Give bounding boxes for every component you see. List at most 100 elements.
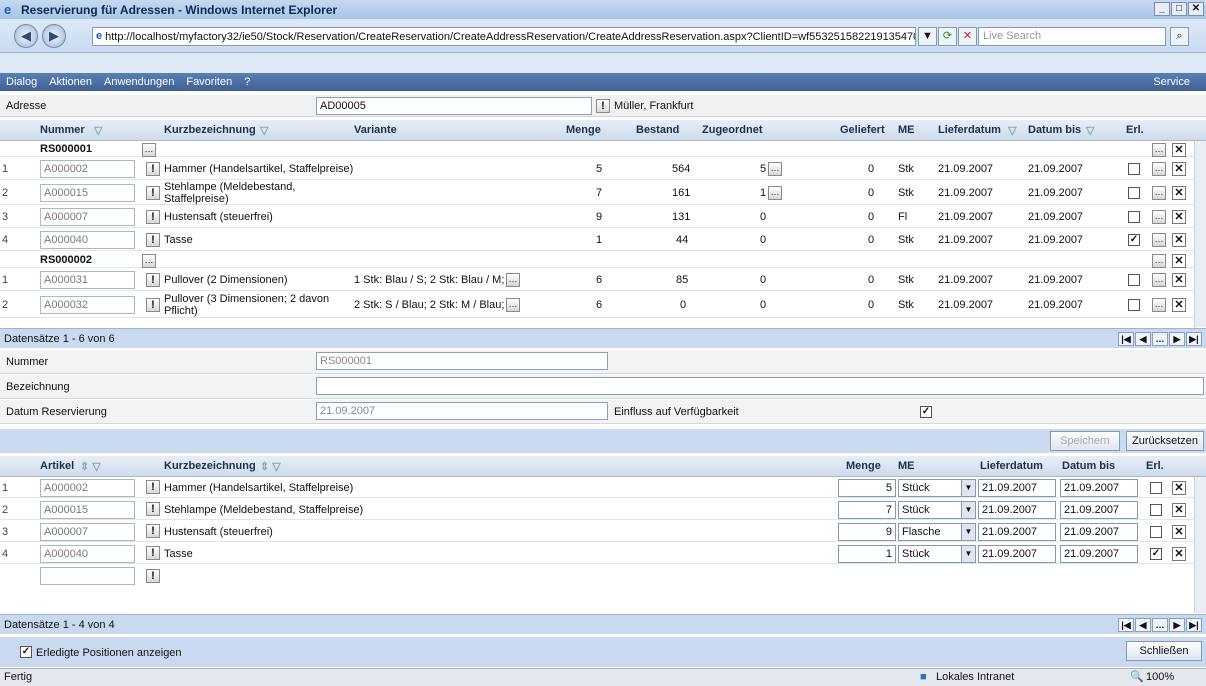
table-row[interactable]: 4 A000040 ! Tasse 1 Stück ▼ 21.09.2007 21… bbox=[0, 543, 1194, 564]
article-code-input[interactable]: A000040 bbox=[40, 545, 135, 563]
reset-button[interactable]: Zurücksetzen bbox=[1126, 431, 1204, 451]
new-article-code-input[interactable] bbox=[40, 567, 135, 585]
article-code-input[interactable]: A000007 bbox=[40, 208, 135, 226]
menu-anwendungen[interactable]: Anwendungen bbox=[104, 76, 174, 88]
stop-icon[interactable]: ✕ bbox=[958, 27, 977, 46]
filter-icon[interactable]: ▽ bbox=[260, 124, 268, 137]
prev-page-icon[interactable]: ◀ bbox=[1135, 332, 1151, 346]
article-lookup-button[interactable]: ! bbox=[146, 273, 160, 287]
row-delete-icon[interactable]: ✕ bbox=[1172, 547, 1186, 561]
col-variante[interactable]: Variante bbox=[354, 124, 397, 136]
row-delete-icon[interactable]: ✕ bbox=[1172, 210, 1186, 224]
col-menge[interactable]: Menge bbox=[846, 460, 881, 472]
menu-aktionen[interactable]: Aktionen bbox=[49, 76, 92, 88]
einfluss-checkbox[interactable]: ✓ bbox=[920, 406, 932, 418]
col-lieferdatum[interactable]: Lieferdatum bbox=[980, 460, 1043, 472]
forward-button[interactable]: ▶ bbox=[42, 24, 66, 48]
table-row[interactable]: 2 A000032 ! Pullover (3 Dimensionen; 2 d… bbox=[0, 292, 1194, 318]
article-code-input[interactable]: A000007 bbox=[40, 523, 135, 541]
erl-checkbox[interactable] bbox=[1128, 163, 1140, 175]
group-ellipsis-button[interactable]: … bbox=[142, 143, 156, 157]
row-delete-icon[interactable]: ✕ bbox=[1172, 481, 1186, 495]
article-code-input[interactable]: A000031 bbox=[40, 271, 135, 289]
article-code-input[interactable]: A000015 bbox=[40, 501, 135, 519]
table-row[interactable]: 2 A000015 ! Stehlampe (Meldebestand, Sta… bbox=[0, 499, 1194, 520]
col-artikel[interactable]: Artikel bbox=[40, 460, 74, 472]
erl-checkbox[interactable] bbox=[1128, 274, 1140, 286]
group-ellipsis-button[interactable]: … bbox=[142, 254, 156, 268]
datum-bis-input[interactable]: 21.09.2007 bbox=[1060, 479, 1138, 497]
erl-checkbox[interactable] bbox=[1128, 211, 1140, 223]
col-lieferdatum[interactable]: Lieferdatum bbox=[938, 124, 1001, 136]
row-ellipsis-button[interactable]: … bbox=[1152, 162, 1166, 176]
save-button[interactable]: Speichern bbox=[1050, 431, 1120, 451]
prev-page-icon[interactable]: ◀ bbox=[1135, 618, 1151, 632]
row-delete-icon[interactable]: ✕ bbox=[1172, 273, 1186, 287]
erl-checkbox-checked[interactable]: ✓ bbox=[1150, 548, 1162, 560]
article-code-input[interactable]: A000015 bbox=[40, 184, 135, 202]
row-delete-icon[interactable]: ✕ bbox=[1172, 525, 1186, 539]
article-lookup-button[interactable]: ! bbox=[146, 502, 160, 516]
article-code-input[interactable]: A000032 bbox=[40, 296, 135, 314]
search-input[interactable]: Live Search bbox=[978, 27, 1166, 46]
menu-favoriten[interactable]: Favoriten bbox=[186, 76, 232, 88]
row-ellipsis-button[interactable]: … bbox=[1152, 210, 1166, 224]
row-ellipsis-button[interactable]: … bbox=[1152, 186, 1166, 200]
erl-checkbox[interactable] bbox=[1150, 526, 1162, 538]
datum-input[interactable]: 21.09.2007 bbox=[316, 402, 608, 420]
col-erl[interactable]: Erl. bbox=[1146, 460, 1164, 472]
table-row[interactable]: 3 A000007 ! Hustensaft (steuerfrei) 9 Fl… bbox=[0, 521, 1194, 542]
zugeordnet-button[interactable]: … bbox=[768, 186, 782, 200]
article-lookup-button[interactable]: ! bbox=[146, 162, 160, 176]
table-row[interactable]: 2 A000015 ! Stehlampe (Meldebestand, Sta… bbox=[0, 181, 1194, 205]
row-delete-icon[interactable]: ✕ bbox=[1172, 233, 1186, 247]
me-select[interactable]: Flasche ▼ bbox=[898, 523, 976, 541]
erl-checkbox[interactable] bbox=[1128, 187, 1140, 199]
row-delete-icon[interactable]: ✕ bbox=[1172, 503, 1186, 517]
me-select[interactable]: Stück ▼ bbox=[898, 479, 976, 497]
article-lookup-button[interactable]: ! bbox=[146, 546, 160, 560]
sort-filter-icon[interactable]: ⇕ ▽ bbox=[80, 460, 101, 473]
grid2-scrollbar[interactable] bbox=[1194, 477, 1206, 613]
article-lookup-button[interactable]: ! bbox=[146, 480, 160, 494]
filter-icon[interactable]: ▽ bbox=[94, 124, 102, 137]
url-field[interactable]: e http://localhost/myfactory32/ie50/Stoc… bbox=[92, 27, 916, 46]
col-kurzbezeichnung[interactable]: Kurzbezeichnung bbox=[164, 460, 256, 472]
table-row[interactable]: 1 A000002 ! Hammer (Handelsartikel, Staf… bbox=[0, 158, 1194, 180]
filter-icon[interactable]: ▽ bbox=[1086, 124, 1094, 137]
group-delete-icon[interactable]: ✕ bbox=[1172, 143, 1186, 157]
menu-help[interactable]: ? bbox=[244, 76, 250, 88]
address-lookup-button[interactable]: ! bbox=[596, 99, 610, 113]
search-icon[interactable]: ⌕ bbox=[1170, 27, 1189, 46]
erl-checkbox[interactable] bbox=[1150, 482, 1162, 494]
page-ellipsis-button[interactable]: … bbox=[1152, 332, 1168, 346]
col-menge[interactable]: Menge bbox=[566, 124, 601, 136]
row-delete-icon[interactable]: ✕ bbox=[1172, 162, 1186, 176]
col-geliefert[interactable]: Geliefert bbox=[840, 124, 885, 136]
group-ellipsis-button[interactable]: … bbox=[1152, 254, 1166, 268]
menge-input[interactable]: 1 bbox=[838, 545, 896, 563]
variante-button[interactable]: … bbox=[506, 298, 520, 312]
url-dropdown-button[interactable]: ▼ bbox=[918, 27, 937, 46]
article-lookup-button[interactable]: ! bbox=[146, 524, 160, 538]
col-datum-bis[interactable]: Datum bis bbox=[1028, 124, 1081, 136]
row-delete-icon[interactable]: ✕ bbox=[1172, 186, 1186, 200]
col-erl[interactable]: Erl. bbox=[1126, 124, 1144, 136]
group-ellipsis-button[interactable]: … bbox=[1152, 143, 1166, 157]
erl-checkbox[interactable] bbox=[1128, 299, 1140, 311]
erl-checkbox-checked[interactable]: ✓ bbox=[1128, 234, 1140, 246]
last-page-icon[interactable]: ▶| bbox=[1186, 332, 1202, 346]
col-nummer[interactable]: Nummer bbox=[40, 124, 85, 136]
col-zugeordnet[interactable]: Zugeordnet bbox=[702, 124, 763, 136]
table-row[interactable]: 3 A000007 ! Hustensaft (steuerfrei) 9 13… bbox=[0, 206, 1194, 228]
article-lookup-button[interactable]: ! bbox=[146, 210, 160, 224]
lieferdatum-input[interactable]: 21.09.2007 bbox=[978, 545, 1056, 563]
first-page-icon[interactable]: |◀ bbox=[1118, 332, 1134, 346]
menu-service[interactable]: Service bbox=[1153, 76, 1190, 88]
me-select[interactable]: Stück ▼ bbox=[898, 545, 976, 563]
group-delete-icon[interactable]: ✕ bbox=[1172, 254, 1186, 268]
sort-filter-icon[interactable]: ⇕ ▽ bbox=[260, 460, 281, 473]
row-ellipsis-button[interactable]: … bbox=[1152, 233, 1166, 247]
zugeordnet-button[interactable]: … bbox=[768, 162, 782, 176]
back-button[interactable]: ◀ bbox=[14, 24, 38, 48]
